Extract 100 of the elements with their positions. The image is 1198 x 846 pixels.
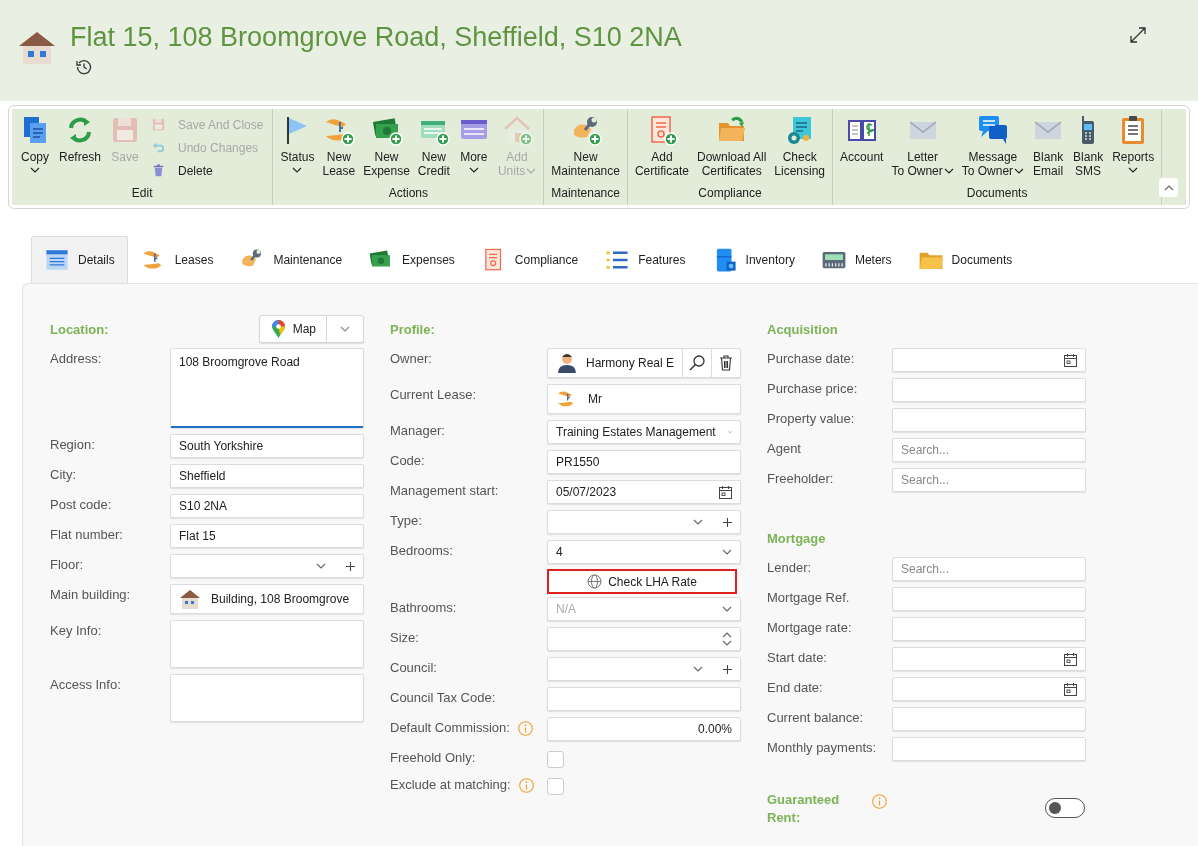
text-area[interactable] <box>170 620 364 668</box>
house-icon <box>18 30 56 64</box>
info-icon[interactable] <box>517 721 533 736</box>
tab[interactable]: Features <box>591 236 699 283</box>
ribbon-button[interactable]: More <box>453 111 494 176</box>
text-field[interactable]: Flat 15 <box>170 524 364 548</box>
text-field[interactable] <box>892 408 1086 432</box>
field-label: Council Tax Code: <box>390 690 496 705</box>
ribbon-button[interactable]: New Lease <box>318 111 360 181</box>
check-rate-button[interactable]: Check LHA Rate <box>547 569 737 594</box>
tab[interactable]: Maintenance <box>226 236 356 283</box>
ribbon-button[interactable]: Message To Owner <box>957 111 1029 181</box>
field-label: Management start: <box>390 483 499 498</box>
toggle-switch[interactable] <box>1045 798 1085 818</box>
text-field[interactable]: Search... <box>892 468 1086 492</box>
link-field[interactable]: Mr <box>547 384 741 414</box>
dropdown-field[interactable] <box>547 510 741 534</box>
dropdown-field[interactable]: 4 <box>547 540 741 564</box>
chevron-down-icon <box>468 167 479 173</box>
collapse-button[interactable] <box>1159 178 1178 197</box>
chevron-down-icon <box>526 167 537 174</box>
chevron-down-icon <box>943 167 954 174</box>
ribbon-button[interactable]: Blank Email <box>1028 111 1069 181</box>
group-label: Actions <box>387 186 429 202</box>
field-label: Code: <box>390 453 425 468</box>
calendar-icon[interactable] <box>1064 353 1077 367</box>
calendar-icon[interactable] <box>1064 652 1077 666</box>
text-field[interactable]: Search... <box>892 438 1086 462</box>
text-area[interactable]: 108 Broomgrove Road <box>170 348 364 428</box>
calendar-icon[interactable] <box>719 485 732 499</box>
number-field[interactable] <box>547 627 741 651</box>
dropdown-field[interactable] <box>547 657 741 681</box>
ribbon-button[interactable]: New Expense <box>359 111 414 181</box>
field-label: City: <box>50 467 76 482</box>
lookup-field[interactable]: Harmony Real E <box>547 348 741 378</box>
house-icon <box>179 589 201 609</box>
tab[interactable]: Expenses <box>355 236 468 283</box>
text-field[interactable] <box>892 737 1086 761</box>
calendar-icon[interactable] <box>1064 682 1077 696</box>
text-area[interactable] <box>170 674 364 722</box>
text-field[interactable]: South Yorkshire <box>170 434 364 458</box>
form-icon <box>44 247 70 273</box>
text-field[interactable]: Sheffield <box>170 464 364 488</box>
chevron-down-icon <box>1128 167 1139 173</box>
ribbon-button[interactable]: Download All Certificates <box>692 111 771 181</box>
date-field[interactable] <box>892 677 1086 701</box>
ribbon-button[interactable]: Account <box>836 111 888 167</box>
text-field[interactable] <box>892 587 1086 611</box>
tab[interactable]: Leases <box>127 236 227 283</box>
text-field[interactable]: Search... <box>892 557 1086 581</box>
dropdown-field[interactable]: Training Estates Management <box>547 420 741 444</box>
tab[interactable]: Details <box>31 236 128 283</box>
group-label: Edit <box>130 186 154 202</box>
section-heading: Profile: <box>390 321 435 337</box>
ribbon-button[interactable]: New Credit <box>413 111 454 181</box>
field-label: Agent <box>767 441 801 456</box>
text-field[interactable]: PR1550 <box>547 450 741 474</box>
history-icon[interactable] <box>76 59 92 75</box>
chevron-down-icon <box>693 519 703 525</box>
text-field[interactable] <box>892 617 1086 641</box>
text-field[interactable] <box>892 707 1086 731</box>
date-field[interactable] <box>892 647 1086 671</box>
tab[interactable]: Inventory <box>698 236 808 283</box>
ribbon-button[interactable]: Status <box>276 111 319 176</box>
ribbon-button[interactable]: Blank SMS <box>1068 111 1109 181</box>
field-label: Region: <box>50 437 95 452</box>
info-icon[interactable] <box>518 778 534 793</box>
date-field[interactable]: 05/07/2023 <box>547 480 741 504</box>
ribbon-button[interactable]: Refresh <box>55 111 106 167</box>
checkbox[interactable] <box>547 751 564 768</box>
group-label: Documents <box>965 186 1029 202</box>
spin-arrows-icon[interactable] <box>722 631 732 647</box>
info-icon[interactable] <box>872 794 887 809</box>
plus-icon[interactable] <box>346 561 355 571</box>
plus-icon[interactable] <box>723 664 732 674</box>
checkbox[interactable] <box>547 778 564 795</box>
field-label: Bedrooms: <box>390 543 453 558</box>
ribbon-button[interactable]: Add Certificate <box>630 111 693 181</box>
tab[interactable]: Compliance <box>467 236 592 283</box>
text-field[interactable]: S10 2NA <box>170 494 364 518</box>
field-label: Mortgage Ref. <box>767 590 850 605</box>
ribbon-button[interactable]: New Maintenance <box>547 111 624 181</box>
plus-icon[interactable] <box>723 517 732 527</box>
ribbon-button[interactable]: Reports <box>1108 111 1159 176</box>
link-field[interactable]: Building, 108 Broomgrove <box>170 584 364 614</box>
tab[interactable]: Meters <box>807 236 905 283</box>
ribbon-button[interactable]: Delete <box>147 161 268 180</box>
text-field[interactable] <box>892 378 1086 402</box>
field-label: Main building: <box>50 587 131 602</box>
text-field[interactable] <box>547 687 741 711</box>
field-label: Current balance: <box>767 710 864 725</box>
tab[interactable]: Documents <box>904 236 1026 283</box>
number-field[interactable]: 0.00% <box>547 717 741 741</box>
expand-icon[interactable] <box>1130 27 1146 43</box>
dropdown-field[interactable] <box>170 554 364 578</box>
group-label: Maintenance <box>550 186 621 202</box>
ribbon-button[interactable]: Check Licensing <box>770 111 830 181</box>
ribbon-button[interactable]: Letter To Owner <box>887 111 958 181</box>
ribbon-button[interactable]: Copy <box>15 111 55 176</box>
date-field[interactable] <box>892 348 1086 372</box>
